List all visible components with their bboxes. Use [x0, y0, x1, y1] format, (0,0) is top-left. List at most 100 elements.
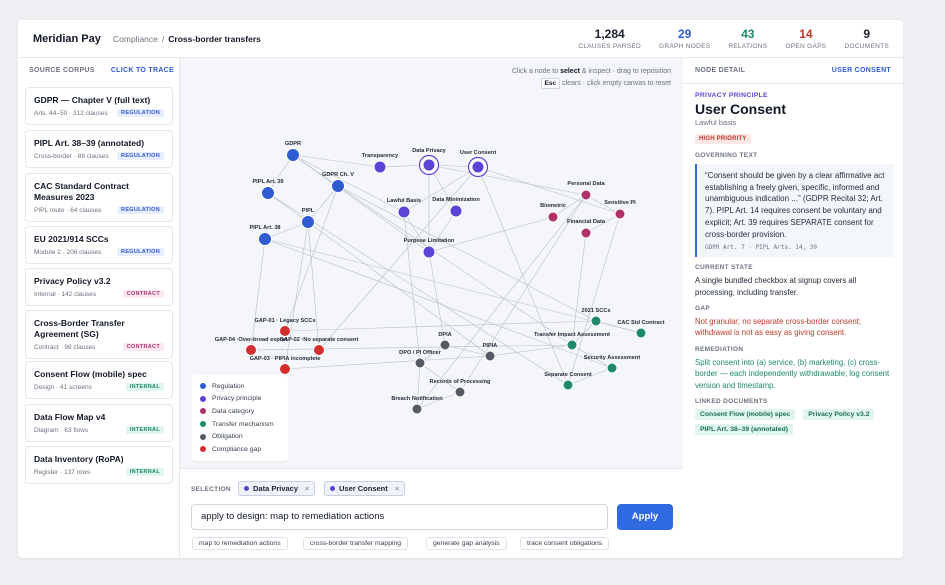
corpus-card[interactable]: Data Inventory (RoPA) Register · 137 row… [25, 446, 173, 484]
linked-document-chip[interactable]: Privacy Policy v3.2 [803, 409, 875, 421]
corpus-card[interactable]: EU 2021/914 SCCs Module 2 · 206 clauses R… [25, 226, 173, 264]
corpus-card[interactable]: Consent Flow (mobile) spec Design · 41 s… [25, 361, 173, 399]
graph-node-biometric[interactable]: Biometric [540, 203, 566, 223]
corpus-card[interactable]: GDPR — Chapter V (full text) Arts. 44–50… [25, 87, 173, 125]
node-dot[interactable] [411, 403, 423, 415]
selection-chip-user-consent[interactable]: User Consent × [324, 481, 406, 496]
corpus-tag-badge: INTERNAL [125, 426, 164, 434]
node-dot[interactable] [279, 325, 291, 337]
corpus-card[interactable]: Privacy Policy v3.2 Internal · 142 claus… [25, 268, 173, 306]
node-dot[interactable] [373, 160, 387, 174]
stat-clauses-parsed: 1,284 CLAUSES PARSED [578, 28, 641, 51]
node-dot[interactable] [635, 327, 647, 339]
node-dot[interactable] [422, 245, 436, 259]
node-dot[interactable] [484, 350, 496, 362]
linked-documents-list: Consent Flow (mobile) spec Privacy Polic… [695, 409, 895, 436]
node-dot[interactable] [566, 339, 578, 351]
node-dot[interactable] [258, 232, 272, 246]
graph-node-gap02[interactable]: GAP-02 ·No separate consent [280, 337, 359, 356]
corpus-tag-badge: CONTRACT [122, 343, 164, 351]
graph-edge [307, 185, 339, 223]
corpus-card-meta: Contract · 98 clauses [34, 343, 96, 351]
node-label: Data Privacy [412, 148, 446, 154]
node-dot[interactable] [614, 208, 626, 220]
apply-button[interactable]: Apply [617, 504, 673, 530]
graph-node-breach[interactable]: Breach Notification [391, 396, 443, 415]
graph-node-gap01[interactable]: GAP-01 · Legacy SCCs [255, 318, 316, 337]
node-dot[interactable] [449, 204, 463, 218]
graph-node-dpo[interactable]: DPO / PI Officer [399, 350, 442, 369]
graph-edge [403, 211, 421, 364]
node-dot[interactable] [261, 186, 275, 200]
suggestion-chip[interactable]: generate gap analysis [426, 537, 507, 550]
graph-node-financial[interactable]: Financial Data [567, 219, 606, 239]
suggestion-chip[interactable]: map to remediation actions [192, 537, 288, 550]
node-label: Breach Notification [391, 396, 443, 402]
source-corpus-panel: SOURCE CORPUS CLICK TO TRACE GDPR — Chap… [18, 58, 180, 558]
graph-node-pipl[interactable]: PIPL [301, 208, 315, 229]
graph-node-records[interactable]: Records of Processing [430, 379, 492, 398]
graph-node-userconsent[interactable]: User Consent [460, 150, 497, 178]
graph-node-dpia[interactable]: DPIA [438, 332, 452, 351]
breadcrumb-root[interactable]: Compliance [113, 34, 158, 44]
click-to-trace-link[interactable]: CLICK TO TRACE [111, 67, 174, 74]
close-icon[interactable]: × [305, 484, 309, 493]
node-dot[interactable] [562, 379, 574, 391]
close-icon[interactable]: × [395, 484, 399, 493]
node-dot[interactable] [590, 315, 602, 327]
node-dot[interactable] [454, 386, 466, 398]
node-dot[interactable] [331, 179, 345, 193]
node-dot[interactable] [279, 363, 291, 375]
node-dot[interactable] [580, 189, 592, 201]
corpus-card[interactable]: Data Flow Map v4 Diagram · 63 flows INTER… [25, 404, 173, 442]
node-dot[interactable] [471, 160, 485, 174]
graph-node-gdprv[interactable]: GDPR Ch. V [322, 172, 354, 193]
graph-node-sccs[interactable]: 2021 SCCs [582, 308, 611, 327]
node-dot[interactable] [245, 344, 257, 356]
graph-node-pipl38[interactable]: PIPL Art. 38 [249, 225, 281, 246]
graph-edge [489, 344, 573, 357]
brand-logo[interactable]: Meridian Pay [33, 33, 101, 45]
suggestion-chip[interactable]: trace consent obligations [520, 537, 610, 550]
node-dot[interactable] [547, 211, 559, 223]
node-dot[interactable] [422, 158, 436, 172]
graph-node-transparency[interactable]: Transparency [362, 153, 399, 174]
graph-node-purpose[interactable]: Purpose Limitation [404, 238, 455, 259]
node-dot[interactable] [313, 344, 325, 356]
suggestion-chip[interactable]: cross-border transfer mapping [303, 537, 409, 550]
corpus-card[interactable]: CAC Standard Contract Measures 2023 PIPL… [25, 173, 173, 222]
linked-document-chip[interactable]: PIPL Art. 38–39 (annotated) [695, 424, 794, 436]
graph-node-gdpr[interactable]: GDPR [285, 141, 301, 162]
linked-document-chip[interactable]: Consent Flow (mobile) spec [695, 409, 796, 421]
node-label: Separate Consent [544, 372, 592, 378]
legend-item: Transfer mechanism [200, 418, 280, 431]
node-detail-panel: NODE DETAIL USER CONSENT PRIVACY PRINCIP… [683, 58, 903, 558]
node-dot[interactable] [580, 227, 592, 239]
graph-node-pipl39[interactable]: PIPL Art. 39 [252, 179, 284, 200]
node-dot[interactable] [301, 215, 315, 229]
graph-node-dataminim[interactable]: Data Minimization [432, 197, 480, 218]
node-dot[interactable] [286, 148, 300, 162]
node-dot[interactable] [606, 362, 618, 374]
graph-node-gap04[interactable]: GAP-04 ·Over-broad export [215, 337, 288, 356]
legend-dot-icon [200, 421, 206, 428]
graph-node-sensitive[interactable]: Sensitive PI [604, 200, 636, 220]
graph-node-tia[interactable]: Transfer Impact Assessment [534, 332, 610, 351]
graph-node-personal[interactable]: Personal Data [567, 181, 606, 201]
node-label: GAP-03 · PIPIA incomplete [250, 356, 321, 362]
graph-node-sepconsent[interactable]: Separate Consent [544, 372, 592, 391]
command-input[interactable]: apply to design: map to remediation acti… [191, 504, 608, 530]
corpus-tag-badge: REGULATION [117, 248, 164, 256]
graph-canvas[interactable]: Click a node to select & inspect · drag … [180, 58, 683, 468]
node-dot[interactable] [439, 339, 451, 351]
selection-chip-data-privacy[interactable]: Data Privacy × [238, 481, 316, 496]
corpus-card[interactable]: PIPL Art. 38–39 (annotated) Cross-border… [25, 130, 173, 168]
graph-node-secassess[interactable]: Security Assessment [584, 355, 641, 374]
graph-node-gap03[interactable]: GAP-03 · PIPIA incomplete [250, 356, 321, 375]
graph-node-lawfulbasis[interactable]: Lawful Basis [387, 198, 421, 219]
stat-label: CLAUSES PARSED [578, 43, 641, 50]
corpus-card[interactable]: Cross-Border Transfer Agreement (SG) Con… [25, 310, 173, 359]
node-dot[interactable] [397, 205, 411, 219]
node-dot[interactable] [414, 357, 426, 369]
graph-node-dataprivacy[interactable]: Data Privacy [412, 148, 447, 176]
